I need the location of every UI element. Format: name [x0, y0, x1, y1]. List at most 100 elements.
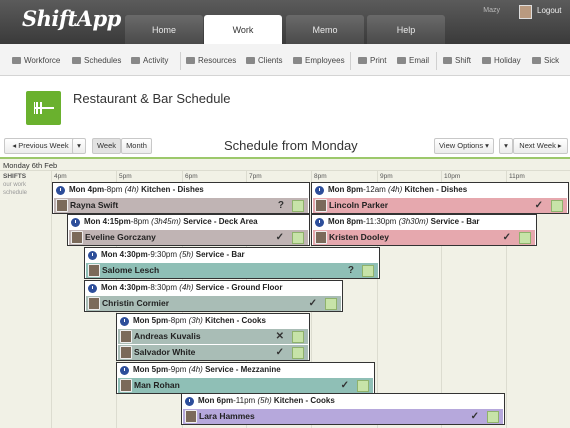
shift-day: Mon [101, 250, 118, 259]
confirm-checkbox[interactable] [292, 347, 304, 359]
status-icon: ? [277, 200, 284, 211]
sick-button[interactable]: Sick [532, 56, 559, 65]
employee-row[interactable]: Christin Cormier ✓ [86, 296, 341, 311]
employee-name: Lara Hammes [199, 411, 255, 421]
shift-header[interactable]: Mon 5pm-9pm (4h) Service - Mezzanine [117, 363, 374, 377]
resources-button[interactable]: Resources [186, 56, 236, 65]
clock-icon [315, 186, 324, 195]
logout-link[interactable]: Logout [537, 6, 561, 15]
shift-end: 9:30pm [150, 250, 178, 259]
confirm-checkbox[interactable] [357, 380, 369, 392]
holiday-button[interactable]: Holiday [482, 56, 521, 65]
confirm-checkbox[interactable] [325, 298, 337, 310]
employee-name: Rayna Swift [70, 200, 119, 210]
shift-duration: (4h) [179, 283, 194, 292]
employee-photo [88, 264, 100, 277]
plane-icon [482, 57, 491, 64]
employees-button[interactable]: Employees [293, 56, 345, 65]
shift-header[interactable]: Mon 5pm-8pm (3h) Kitchen - Cooks [117, 314, 309, 328]
previous-week-button[interactable]: ◂ Previous Week [4, 138, 77, 154]
employee-row[interactable]: Andreas Kuvalis ✕ [118, 329, 308, 344]
toolbar-divider [436, 52, 437, 70]
confirm-checkbox[interactable] [551, 200, 563, 212]
clock-icon [56, 186, 65, 195]
shift-card[interactable]: Mon 8pm-11:30pm (3h30m) Service - Bar Kri… [311, 214, 537, 246]
shift-card[interactable]: Mon 4:30pm-9:30pm (5h) Service - Bar Salo… [84, 247, 380, 279]
workforce-button[interactable]: Workforce [12, 56, 60, 65]
employee-row[interactable]: Rayna Swift? [54, 198, 308, 213]
shift-button[interactable]: Shift [443, 56, 471, 65]
print-icon [358, 57, 367, 64]
activity-button[interactable]: Activity [131, 56, 168, 65]
shift-card[interactable]: Mon 6pm-11pm (5h) Kitchen - Cooks Lara Ha… [181, 393, 505, 425]
shift-title: Service - Bar [195, 250, 245, 259]
print-button[interactable]: Print [358, 56, 386, 65]
employee-row[interactable]: Lincoln Parker ✓ [313, 198, 567, 213]
employee-row[interactable]: Eveline Gorczany ✓ [69, 230, 308, 245]
shift-header[interactable]: Mon 6pm-11pm (5h) Kitchen - Cooks [182, 394, 504, 408]
day-label: Monday 6th Feb [3, 161, 58, 170]
previous-week-dropdown[interactable]: ▾ [72, 138, 86, 154]
employee-row[interactable]: Salome Lesch? [86, 263, 378, 278]
tab-memo[interactable]: Memo [286, 15, 364, 44]
shift-title: Service - Mezzanine [205, 365, 281, 374]
employee-photo [315, 231, 327, 244]
view-options-button[interactable]: View Options ▾ [434, 138, 494, 154]
clock-icon [120, 317, 129, 326]
shift-header[interactable]: Mon 4:30pm-9:30pm (5h) Service - Bar [85, 248, 379, 262]
tab-work[interactable]: Work [204, 15, 282, 44]
shift-duration: (3h30m) [398, 217, 429, 226]
employee-photo [120, 346, 132, 359]
status-icon: ✓ [308, 298, 317, 309]
shift-card[interactable]: Mon 8pm-12am (4h) Kitchen - Dishes Lincol… [311, 182, 569, 214]
shift-card[interactable]: Mon 5pm-8pm (3h) Kitchen - Cooks Andreas … [116, 313, 310, 361]
confirm-checkbox[interactable] [519, 232, 531, 244]
confirm-checkbox[interactable] [292, 200, 304, 212]
employee-photo [120, 379, 132, 392]
employee-row[interactable]: Lara Hammes ✓ [183, 409, 503, 424]
email-button[interactable]: Email [397, 56, 429, 65]
week-view-button[interactable]: Week [92, 138, 121, 154]
page-title: Restaurant & Bar Schedule [73, 91, 231, 106]
shift-day: Mon [198, 396, 215, 405]
employee-row[interactable]: Salvador White ✓ [118, 345, 308, 360]
shift-card[interactable]: Mon 5pm-9pm (4h) Service - Mezzanine Man … [116, 362, 375, 394]
employees-icon [293, 57, 302, 64]
hour-label: 8pm [314, 173, 327, 180]
confirm-checkbox[interactable] [362, 265, 374, 277]
confirm-checkbox[interactable] [487, 411, 499, 423]
shift-header[interactable]: Mon 8pm-11:30pm (3h30m) Service - Bar [312, 215, 536, 229]
employee-name: Man Rohan [134, 380, 180, 390]
hour-label: 6pm [185, 173, 198, 180]
shift-duration: (4h) [124, 185, 139, 194]
tab-home[interactable]: Home [125, 15, 203, 44]
shift-header[interactable]: Mon 4pm-8pm (4h) Kitchen - Dishes [53, 183, 309, 197]
shift-card[interactable]: Mon 4:15pm-8pm (3h45m) Service - Deck Ar… [67, 214, 310, 246]
next-week-button[interactable]: Next Week ▸ [513, 138, 568, 154]
employee-photo [88, 297, 100, 310]
shift-card[interactable]: Mon 4:30pm-8:30pm (4h) Service - Ground … [84, 280, 343, 312]
confirm-checkbox[interactable] [292, 331, 304, 343]
employee-row[interactable]: Kristen Dooley ✓ [313, 230, 535, 245]
employee-photo [120, 330, 132, 343]
shift-header[interactable]: Mon 4:30pm-8:30pm (4h) Service - Ground … [85, 281, 342, 295]
shift-title: Kitchen - Dishes [404, 185, 468, 194]
shift-header[interactable]: Mon 8pm-12am (4h) Kitchen - Dishes [312, 183, 568, 197]
employee-photo [71, 231, 83, 244]
tab-help[interactable]: Help [367, 15, 445, 44]
clients-button[interactable]: Clients [246, 56, 282, 65]
app-logo[interactable]: ShiftApp [22, 6, 121, 31]
caret-down-icon: ▾ [483, 141, 489, 150]
schedules-button[interactable]: Schedules [72, 56, 121, 65]
confirm-checkbox[interactable] [292, 232, 304, 244]
avatar[interactable] [519, 5, 532, 19]
shift-duration: (4h) [388, 185, 403, 194]
shift-title: Kitchen - Cooks [205, 316, 266, 325]
shift-day: Mon [69, 185, 86, 194]
month-view-button[interactable]: Month [121, 138, 152, 154]
shift-start: 6pm [216, 396, 234, 405]
shift-header[interactable]: Mon 4:15pm-8pm (3h45m) Service - Deck Ar… [68, 215, 309, 229]
next-week-dropdown[interactable]: ▾ [499, 138, 513, 154]
shift-card[interactable]: Mon 4pm-8pm (4h) Kitchen - Dishes Rayna S… [52, 182, 310, 214]
employee-row[interactable]: Man Rohan ✓ [118, 378, 373, 393]
